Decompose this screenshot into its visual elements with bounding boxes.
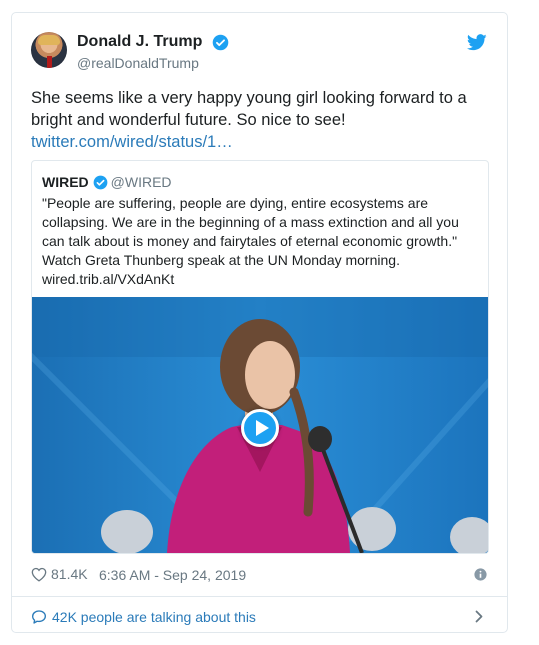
speech-bubble-icon: [31, 610, 46, 624]
quoted-text: "People are suffering, people are dying,…: [42, 194, 478, 289]
quoted-author-name[interactable]: WIRED: [42, 174, 89, 190]
heart-icon: [31, 567, 47, 582]
conversation-link[interactable]: 42K people are talking about this: [31, 607, 487, 627]
author-block[interactable]: Donald J. Trump @realDonaldTrump: [77, 32, 229, 72]
avatar[interactable]: [31, 32, 67, 68]
play-icon: [256, 420, 269, 436]
quoted-quote: "People are suffering, people are dying,…: [42, 195, 459, 249]
quoted-header: WIRED @WIRED: [42, 173, 172, 191]
verified-badge-icon: [212, 34, 229, 50]
tweet-body: She seems like a very happy young girl l…: [31, 89, 467, 129]
timestamp[interactable]: 6:36 AM - Sep 24, 2019: [99, 567, 246, 583]
quoted-link[interactable]: wired.trib.al/VXdAnKt: [42, 270, 478, 289]
author-handle[interactable]: @realDonaldTrump: [77, 54, 229, 72]
play-button[interactable]: [241, 409, 279, 447]
quoted-tweet[interactable]: WIRED @WIRED "People are suffering, peop…: [31, 160, 489, 554]
tweet-text: She seems like a very happy young girl l…: [31, 87, 486, 153]
author-name[interactable]: Donald J. Trump: [77, 32, 202, 52]
tweet-header: Donald J. Trump @realDonaldTrump: [31, 32, 487, 76]
conversation-label: 42K people are talking about this: [52, 609, 256, 625]
twitter-bird-icon[interactable]: [467, 34, 487, 51]
quoted-caption: Watch Greta Thunberg speak at the UN Mon…: [42, 252, 400, 268]
tweet-footer: 81.4K 6:36 AM - Sep 24, 2019: [31, 566, 487, 586]
video-thumbnail[interactable]: [32, 297, 488, 553]
tweet-card: Donald J. Trump @realDonaldTrump She see…: [11, 12, 508, 633]
chevron-right-icon: [475, 610, 483, 623]
verified-badge-icon: [93, 175, 108, 190]
like-button[interactable]: 81.4K: [31, 566, 88, 582]
divider: [12, 596, 507, 597]
tweet-link[interactable]: twitter.com/wired/status/1…: [31, 131, 486, 153]
quoted-author-handle[interactable]: @WIRED: [111, 174, 172, 190]
info-icon[interactable]: [474, 568, 487, 581]
like-count: 81.4K: [51, 566, 88, 582]
